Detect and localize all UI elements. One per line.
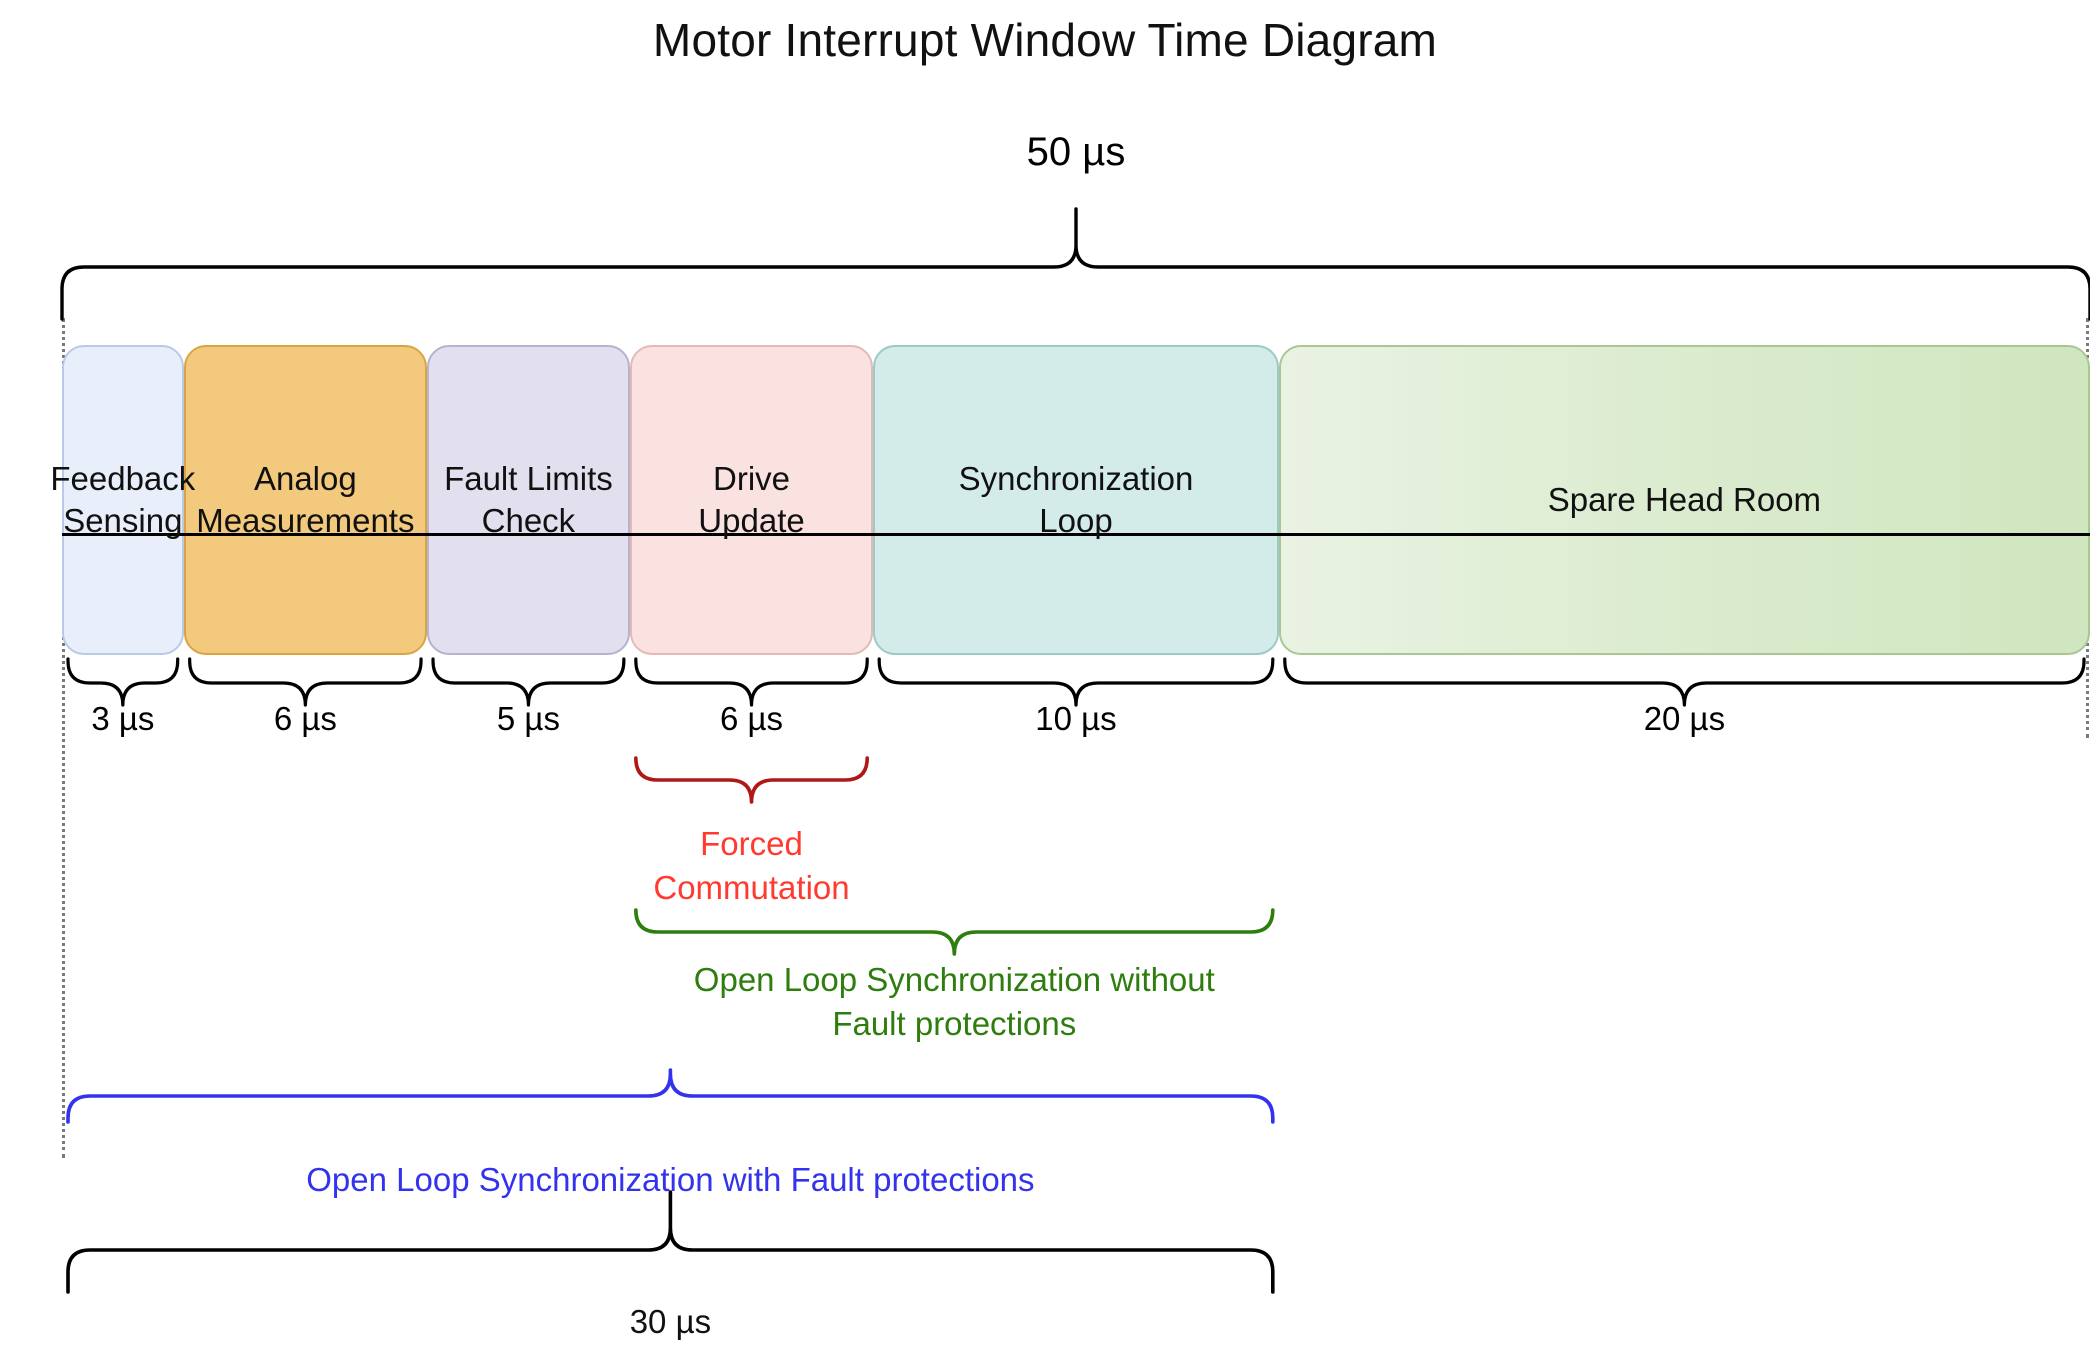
brace-forced-commutation: [634, 756, 869, 804]
brace-bottom-total: [66, 1190, 1275, 1294]
brace-duration-feedback-sensing: [66, 657, 180, 707]
diagram-canvas: Motor Interrupt Window Time Diagram 50 µ…: [0, 0, 2090, 1370]
segment-label: Synchronization Loop: [958, 460, 1194, 539]
brace-duration-analog-measurements: [188, 657, 423, 707]
brace-open-loop-with-fault: [66, 1068, 1275, 1124]
segment-label: Spare Head Room: [1547, 481, 1822, 518]
segment-label: Fault Limits Check: [444, 460, 613, 539]
segment-label: Feedback Sensing: [50, 460, 196, 539]
segment-label: Drive Update: [698, 460, 805, 539]
brace-total-window: [60, 207, 2090, 321]
brace-duration-spare-head-room: [1283, 657, 2086, 707]
brace-layer: [60, 207, 2090, 1294]
brace-duration-drive-update: [634, 657, 869, 707]
brace-duration-synchronization-loop: [877, 657, 1275, 707]
segment-label: Analog Measurements: [196, 460, 415, 539]
brace-duration-fault-limits-check: [431, 657, 626, 707]
brace-open-loop-without-fault: [634, 908, 1275, 956]
